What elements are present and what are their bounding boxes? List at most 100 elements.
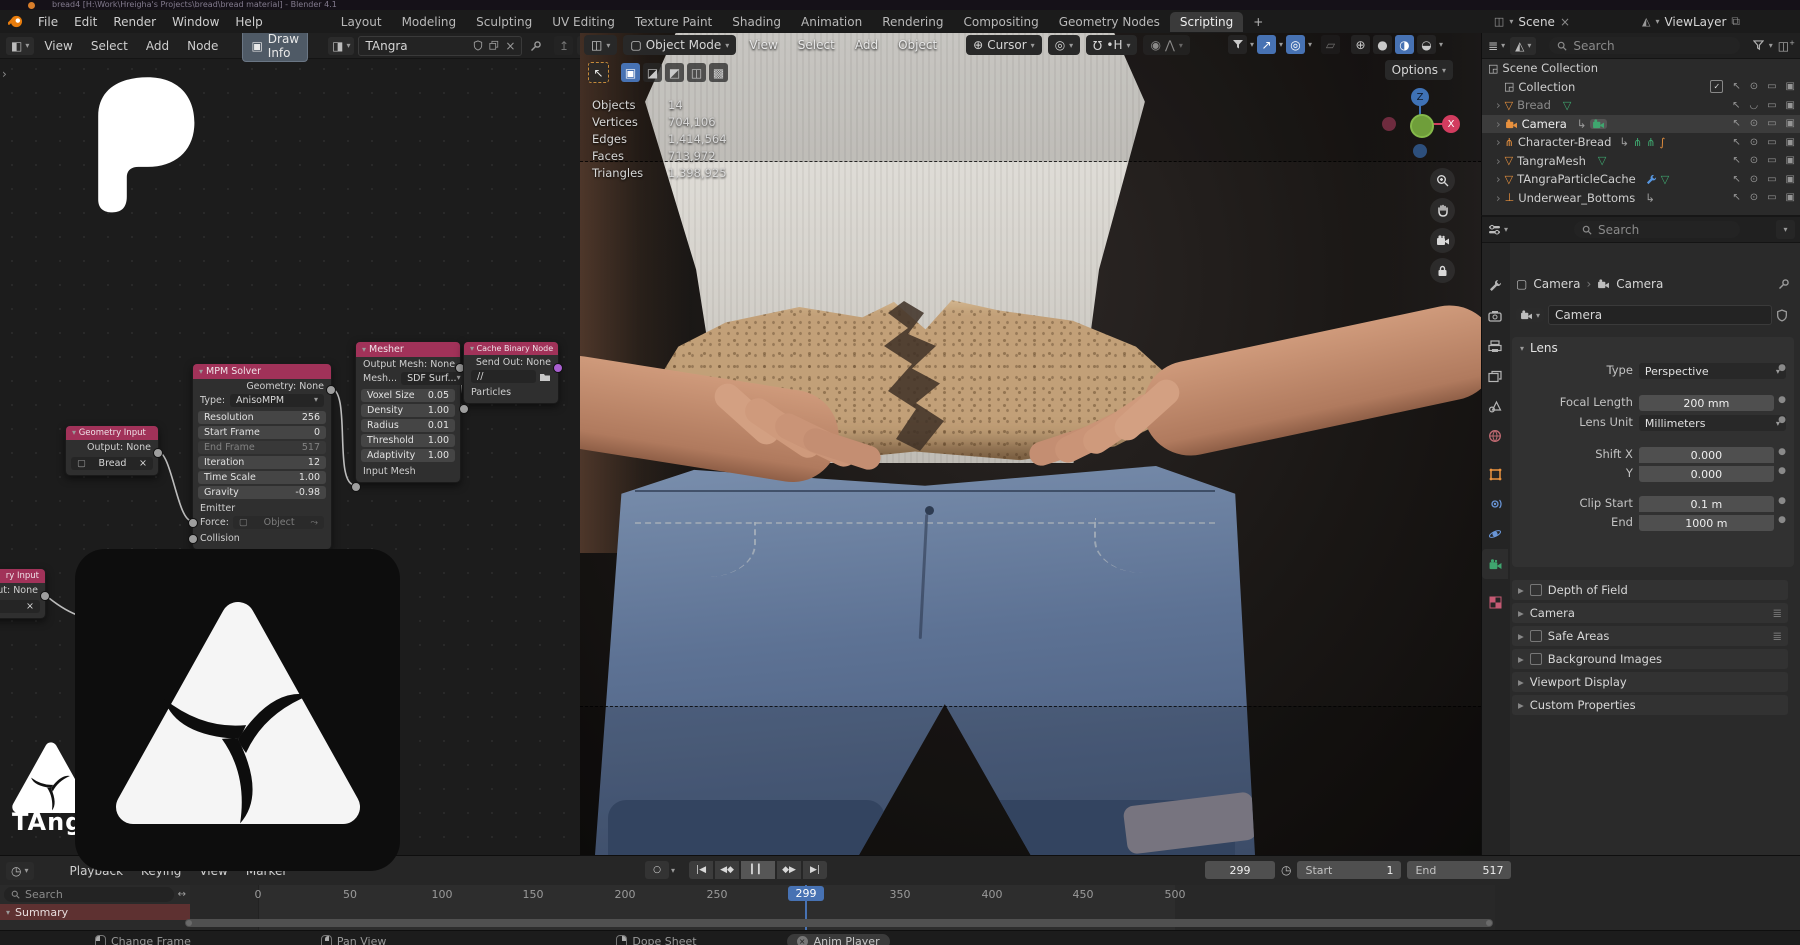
geometry-output-socket-2[interactable] <box>40 591 50 601</box>
outliner-row-tangraparticlecache[interactable]: › ▽ TAngraParticleCache ▽ ↖ ⊙ ▭ ▣ <box>1482 170 1800 189</box>
folder-icon[interactable] <box>539 372 551 382</box>
cache-particles-socket[interactable] <box>459 404 469 414</box>
object-menu[interactable]: Object <box>891 38 944 52</box>
outliner-row-bread[interactable]: › ▽ Bread ▽ ↖ ◡ ▭ ▣ <box>1482 96 1800 115</box>
camera-view-button[interactable] <box>1430 228 1455 253</box>
hide-eye-icon[interactable]: ⊙ <box>1750 118 1758 129</box>
tab-texture-paint[interactable]: Texture Paint <box>625 12 722 32</box>
pin-icon[interactable] <box>530 40 542 52</box>
mpm-time-scale-field[interactable]: Time Scale1.00 <box>198 471 326 484</box>
start-frame-field[interactable]: Start1 <box>1297 861 1401 879</box>
disable-render-icon[interactable]: ▣ <box>1786 155 1795 166</box>
menu-file[interactable]: File <box>30 15 66 29</box>
disable-render-icon[interactable]: ▣ <box>1786 137 1795 148</box>
node-menu-add[interactable]: Add <box>138 39 177 53</box>
node-tree-icon[interactable]: ◨▾ <box>328 37 354 55</box>
viewlayer-selector[interactable]: ◭▾ ViewLayer ⧉ <box>1642 14 1740 29</box>
disable-render-icon[interactable]: ▣ <box>1786 192 1795 203</box>
tab-output[interactable] <box>1482 331 1508 361</box>
tab-view-layer[interactable] <box>1482 361 1508 391</box>
mesher-mesh-dropdown[interactable]: SDF Surf...▾ <box>401 372 467 385</box>
jump-to-start-button[interactable]: |◀ <box>689 861 713 879</box>
hide-eye-icon[interactable]: ⊙ <box>1750 137 1758 148</box>
panel-safe-areas[interactable]: ▸Safe Areas≣ <box>1512 626 1788 646</box>
mpm-type-dropdown[interactable]: AnisoMPM▾ <box>230 394 324 407</box>
tab-animation[interactable]: Animation <box>791 12 872 32</box>
gizmo-z-neg[interactable] <box>1413 144 1427 158</box>
hide-eye-closed-icon[interactable]: ◡ <box>1749 100 1758 111</box>
camera-datablock-menu[interactable]: ▾ <box>1516 308 1544 322</box>
remove-object-icon[interactable]: × <box>139 458 147 469</box>
expand-icon[interactable]: › <box>1496 172 1501 186</box>
disable-viewport-icon[interactable]: ▭ <box>1767 118 1776 129</box>
select-menu[interactable]: Select <box>791 38 842 52</box>
proportional-editing-group[interactable]: ◉⋀▾ <box>1143 35 1189 55</box>
select-mode-intersect-icon[interactable]: ▩ <box>709 63 728 82</box>
selectable-icon[interactable]: ↖ <box>1732 174 1740 185</box>
node-geometry-input[interactable]: ▾ Geometry Input Output: None ▢Bread× <box>65 425 159 476</box>
dof-checkbox[interactable] <box>1530 584 1542 596</box>
tab-geometry-nodes[interactable]: Geometry Nodes <box>1049 12 1170 32</box>
use-preview-range-icon[interactable]: ◷ <box>1281 863 1291 877</box>
disable-viewport-icon[interactable]: ▭ <box>1767 155 1776 166</box>
expand-icon[interactable]: › <box>1496 191 1501 205</box>
tab-rendering[interactable]: Rendering <box>872 12 953 32</box>
outliner-row-camera[interactable]: › Camera ↳ ↖ ⊙ ▭ ▣ <box>1482 115 1800 134</box>
mesher-radius-field[interactable]: Radius0.01 <box>361 419 455 432</box>
menu-window[interactable]: Window <box>164 15 227 29</box>
outliner-row-tangramesh[interactable]: › ▽ TangraMesh ▽ ↖ ⊙ ▭ ▣ <box>1482 152 1800 171</box>
focal-length-field[interactable]: 200 mm <box>1639 395 1774 411</box>
menu-help[interactable]: Help <box>227 15 270 29</box>
breadcrumb-data[interactable]: Camera <box>1616 277 1663 291</box>
view-menu[interactable]: View <box>742 38 784 52</box>
geometry-output-socket[interactable] <box>153 448 163 458</box>
filter-icon[interactable] <box>1753 40 1764 51</box>
scene-selector[interactable]: ◫▾ Scene × <box>1494 15 1570 29</box>
hide-eye-icon[interactable]: ⊙ <box>1750 81 1758 92</box>
selectable-icon[interactable]: ↖ <box>1732 192 1740 203</box>
pause-button[interactable]: ▎▎ <box>741 861 775 879</box>
node-menu-node[interactable]: Node <box>179 39 226 53</box>
tab-uv-editing[interactable]: UV Editing <box>542 12 625 32</box>
new-collection-icon[interactable]: ◫+ <box>1778 39 1795 53</box>
safe-areas-checkbox[interactable] <box>1530 630 1542 642</box>
tab-world[interactable] <box>1482 421 1508 451</box>
snapping-group[interactable]: Ω•H▾ <box>1086 35 1137 55</box>
tab-render[interactable] <box>1482 301 1508 331</box>
expand-icon[interactable]: › <box>1496 135 1501 149</box>
end-frame-field[interactable]: End517 <box>1407 861 1511 879</box>
shading-solid-icon[interactable]: ● <box>1373 35 1392 54</box>
properties-editor-type-button[interactable]: ▾ <box>1488 224 1508 236</box>
expand-icon[interactable]: › <box>1496 117 1501 131</box>
remove-object-icon-2[interactable]: × <box>26 601 34 612</box>
properties-search-input[interactable]: Search <box>1574 221 1740 238</box>
selectable-icon[interactable]: ↖ <box>1732 137 1740 148</box>
filter-toggle-icon[interactable]: ↔ <box>178 889 186 900</box>
mesher-input-socket[interactable] <box>351 482 361 492</box>
tab-object[interactable] <box>1482 459 1508 489</box>
go-to-parent-icon[interactable]: ↥ <box>554 36 573 55</box>
bg-images-checkbox[interactable] <box>1530 653 1542 665</box>
copies-icon[interactable] <box>489 40 499 51</box>
mesher-adaptivity-field[interactable]: Adaptivity1.00 <box>361 449 455 462</box>
lens-panel-header[interactable]: ▾Lens <box>1512 337 1794 359</box>
shading-material-icon[interactable]: ◑ <box>1395 35 1414 54</box>
selectable-icon[interactable]: ↖ <box>1732 118 1740 129</box>
gizmos-toggle-icon[interactable]: ↗ <box>1257 35 1276 54</box>
zoom-button[interactable] <box>1430 168 1455 193</box>
playhead-badge[interactable]: 299 <box>788 886 824 901</box>
disable-render-icon[interactable]: ▣ <box>1786 100 1795 111</box>
tab-layout[interactable]: Layout <box>331 12 392 32</box>
selectable-icon[interactable]: ↖ <box>1732 155 1740 166</box>
hide-eye-icon[interactable]: ⊙ <box>1750 192 1758 203</box>
active-tool-icon[interactable]: ↖ <box>588 62 609 83</box>
mpm-geometry-socket[interactable] <box>326 385 336 395</box>
jump-to-end-button[interactable]: ▶| <box>803 861 827 879</box>
collection-checkbox[interactable]: ✓ <box>1710 80 1723 93</box>
panel-camera[interactable]: ▸Camera≣ <box>1512 603 1788 623</box>
viewport-3d[interactable]: ◫▾ ▢Object Mode▾ View Select Add Object … <box>580 33 1481 855</box>
panel-custom-properties[interactable]: ▸Custom Properties <box>1512 695 1788 715</box>
expand-icon[interactable]: › <box>1496 98 1501 112</box>
disable-viewport-icon[interactable]: ▭ <box>1767 100 1776 111</box>
gizmo-z-axis[interactable]: Z <box>1411 88 1429 106</box>
